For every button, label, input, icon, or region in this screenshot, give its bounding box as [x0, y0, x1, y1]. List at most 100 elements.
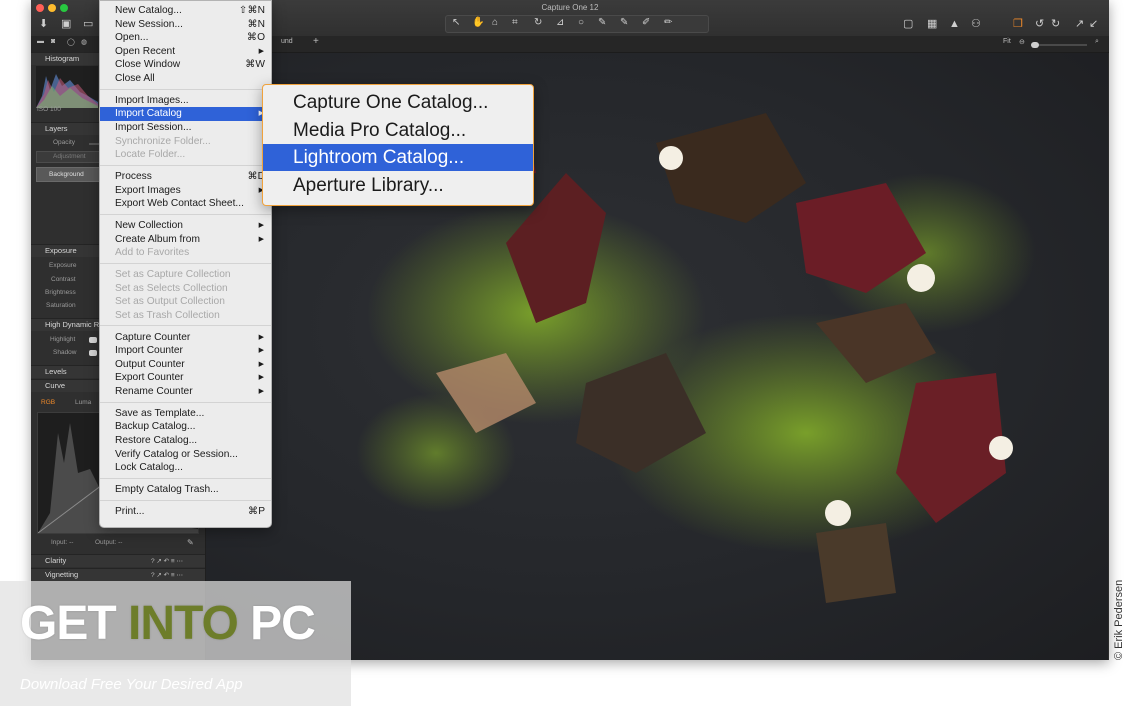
select-tool-icon[interactable]: ↖: [452, 17, 460, 28]
rotate-tool-icon[interactable]: ↻: [534, 17, 542, 28]
file-menu-item[interactable]: Export Counter ▶: [100, 371, 271, 385]
vignetting-tool-icons[interactable]: ? ↗ ↶ ≡ ⋯: [151, 571, 183, 579]
viewer-icon[interactable]: ▢: [903, 17, 913, 31]
variants-icon[interactable]: ❐: [1013, 17, 1023, 31]
file-menu-item[interactable]: Output Counter ▶: [100, 358, 271, 372]
redo-icon[interactable]: ↻: [1051, 17, 1060, 31]
folder-icon[interactable]: ▭: [83, 17, 93, 31]
menu-separator: [100, 164, 271, 166]
file-menu-item[interactable]: Save as Template...: [100, 407, 271, 421]
annotate-tool-icon[interactable]: ✏: [664, 17, 672, 28]
color-tab-icon[interactable]: ◍: [81, 38, 87, 46]
collapse-icon[interactable]: ↙: [1089, 17, 1098, 31]
file-menu-item-label: Backup Catalog...: [115, 421, 196, 433]
file-menu-item[interactable]: Close All: [100, 72, 271, 86]
library-tab-icon[interactable]: ▬: [37, 38, 44, 45]
clarity-tool-icons[interactable]: ? ↗ ↶ ≡ ⋯: [151, 557, 183, 565]
file-menu-item[interactable]: New Catalog... ⇧⌘N: [100, 4, 271, 18]
file-menu-item[interactable]: Restore Catalog...: [100, 434, 271, 448]
warning-icon[interactable]: ▲: [949, 17, 960, 31]
file-menu-item[interactable]: Empty Catalog Trash...: [100, 483, 271, 497]
file-menu-item[interactable]: Import Images...: [100, 94, 271, 108]
file-menu-item-label: Set as Trash Collection: [115, 309, 220, 321]
eraser-tool-icon[interactable]: ✐: [642, 17, 650, 28]
file-menu-item[interactable]: Close Window ⌘W: [100, 58, 271, 72]
menu-separator: [100, 213, 271, 215]
file-menu-item[interactable]: Process ⌘D: [100, 170, 271, 184]
curve-input-readout: Input: --: [51, 539, 74, 546]
download-icon[interactable]: ⬇: [39, 17, 48, 31]
undo-icon[interactable]: ↺: [1035, 17, 1044, 31]
camera-icon[interactable]: ▣: [61, 17, 71, 31]
file-menu-item-label: Print...: [115, 505, 145, 517]
file-menu-item[interactable]: Import Catalog▶: [100, 107, 271, 121]
file-menu-item-label: Create Album from: [115, 233, 200, 245]
import-submenu-item[interactable]: Lightroom Catalog...: [263, 144, 533, 171]
background-layer-item[interactable]: Background: [36, 167, 100, 182]
file-menu-item[interactable]: Print... ⌘P: [100, 505, 271, 519]
import-submenu-item-label: Media Pro Catalog...: [293, 119, 467, 141]
opacity-slider[interactable]: [89, 143, 99, 145]
brush-tool-icon[interactable]: ✎: [620, 17, 628, 28]
picker-tool-icon[interactable]: ✎: [598, 17, 606, 28]
file-menu-item-label: New Catalog...: [115, 5, 182, 16]
file-menu-item[interactable]: Import Session...: [100, 121, 271, 135]
search-icon[interactable]: ⌕: [1095, 38, 1099, 46]
file-menu-item-label: Export Web Contact Sheet...: [115, 198, 244, 210]
import-submenu-item[interactable]: Aperture Library...: [263, 172, 533, 199]
file-menu-item[interactable]: New Session... ⌘N: [100, 18, 271, 32]
proof-glasses-icon[interactable]: ⚇: [971, 17, 981, 31]
cursor-tools-group: ↖ ✋ ⌂ ⌗ ↻ ⊿ ○ ✎ ✎ ✐ ✏: [445, 15, 709, 33]
file-menu-item-label: Output Counter: [115, 358, 185, 370]
file-menu-item[interactable]: Lock Catalog...: [100, 461, 271, 475]
file-menu-item-label: Close All: [115, 73, 155, 84]
zoom-slider-knob[interactable]: [1031, 42, 1039, 48]
menu-separator: [100, 262, 271, 264]
file-menu-item: Synchronize Folder...: [100, 135, 271, 149]
file-menu-item: Add to Favorites: [100, 246, 271, 260]
file-menu-item[interactable]: Capture Counter ▶: [100, 331, 271, 345]
crop-tool-icon[interactable]: ⌗: [512, 17, 518, 28]
file-menu-item-label: Open...: [115, 32, 149, 44]
expand-icon[interactable]: ↗: [1075, 17, 1084, 31]
import-submenu-item[interactable]: Media Pro Catalog...: [263, 117, 533, 144]
spot-tool-icon[interactable]: ○: [578, 17, 584, 28]
add-tab-button[interactable]: +: [313, 36, 319, 47]
menu-shortcut: ⇧⌘N: [238, 5, 265, 16]
import-submenu-item-label: Lightroom Catalog...: [293, 147, 465, 168]
curve-tab-rgb[interactable]: RGB: [41, 399, 55, 406]
file-menu-item[interactable]: Verify Catalog or Session...: [100, 448, 271, 462]
zoom-out-icon[interactable]: ⊖: [1019, 38, 1025, 46]
import-submenu-item[interactable]: Capture One Catalog...: [263, 89, 533, 116]
file-menu-item[interactable]: Create Album from ▶: [100, 233, 271, 247]
curve-tab-luma[interactable]: Luma: [75, 399, 91, 406]
loupe-tool-icon[interactable]: ⌂: [492, 17, 498, 28]
file-menu-item[interactable]: New Collection ▶: [100, 219, 271, 233]
file-menu-item[interactable]: Open Recent ▶: [100, 45, 271, 59]
file-menu-item[interactable]: Export Images▶: [100, 184, 271, 198]
file-menu-item[interactable]: Rename Counter ▶: [100, 385, 271, 399]
grid-icon[interactable]: ▦: [927, 17, 937, 31]
menu-separator: [100, 401, 271, 403]
submenu-arrow-icon: ▶: [258, 47, 264, 55]
zoom-slider[interactable]: [1031, 44, 1087, 46]
file-menu-item[interactable]: Import Counter ▶: [100, 344, 271, 358]
pan-tool-icon[interactable]: ✋: [472, 17, 484, 28]
iso-readout: ISO 100: [37, 106, 61, 113]
file-menu-item[interactable]: Backup Catalog...: [100, 420, 271, 434]
saturation-row-label: Saturation: [46, 302, 76, 309]
file-menu-item[interactable]: Open... ⌘O: [100, 31, 271, 45]
capture-tab-icon[interactable]: ◙: [51, 38, 55, 45]
file-menu-item[interactable]: Export Web Contact Sheet...: [100, 197, 271, 211]
submenu-arrow-icon: ▶: [258, 360, 264, 368]
highlight-slider-knob[interactable]: [89, 337, 97, 343]
keystone-tool-icon[interactable]: ⊿: [556, 17, 564, 28]
curve-picker-icon[interactable]: ✎: [187, 538, 194, 547]
background-layer-label: Background: [49, 171, 84, 178]
histogram-chart: [36, 66, 98, 108]
adjustment-layer-button[interactable]: Adjustment: [36, 151, 100, 163]
lens-tab-icon[interactable]: ◯: [67, 38, 75, 46]
file-menu-item-label: Set as Capture Collection: [115, 269, 231, 280]
file-menu-item-label: Process: [115, 171, 152, 182]
shadow-slider-knob[interactable]: [89, 350, 97, 356]
